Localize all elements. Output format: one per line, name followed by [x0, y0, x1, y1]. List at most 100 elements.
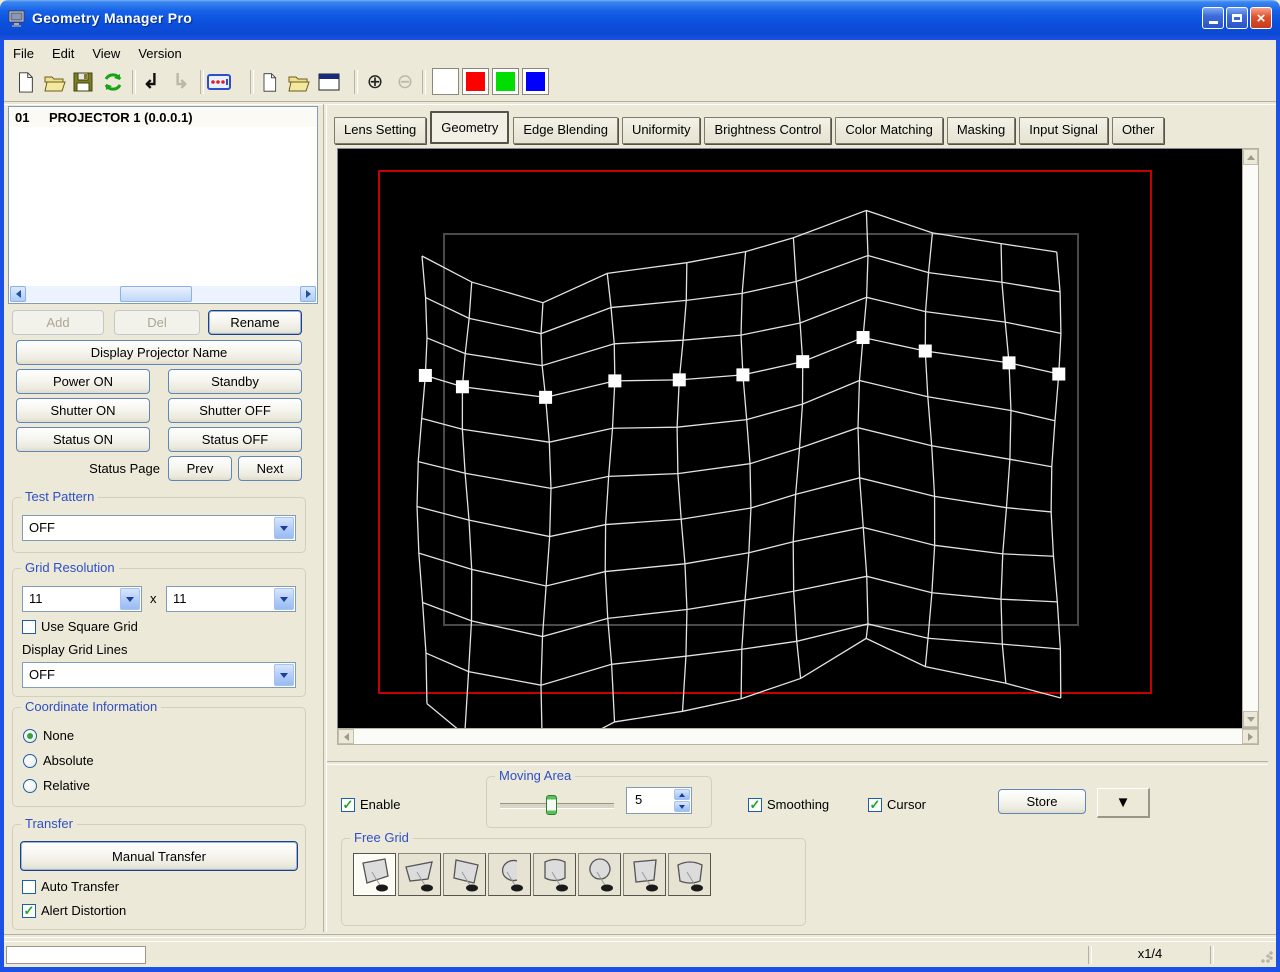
status-page-next-button[interactable]: Next [238, 456, 302, 481]
power-on-button[interactable]: Power ON [16, 369, 150, 394]
coordinate-radio-relative[interactable]: Relative [23, 778, 94, 793]
free-grid-mode-flat-screen-rear-button[interactable] [623, 853, 666, 896]
tab-geometry[interactable]: Geometry [430, 111, 510, 144]
grid-control-handle[interactable] [918, 344, 932, 358]
projector-list-hscrollbar[interactable] [10, 286, 316, 302]
canvas-vscrollbar[interactable] [1242, 148, 1259, 728]
forward-arrow-icon[interactable]: ↳ [168, 69, 194, 95]
add-button[interactable]: Add [12, 310, 104, 335]
control-panel-icon[interactable] [206, 69, 232, 95]
free-grid-mode-cylinder-vertical-button[interactable] [533, 853, 576, 896]
shutter-on-button[interactable]: Shutter ON [16, 398, 150, 423]
free-grid-mode-curved-screen-button[interactable] [668, 853, 711, 896]
tab-other[interactable]: Other [1111, 117, 1165, 144]
tab-input-signal[interactable]: Input Signal [1019, 117, 1108, 144]
minimize-button[interactable] [1202, 7, 1224, 29]
tab-uniformity[interactable]: Uniformity [621, 117, 701, 144]
scroll-left-button[interactable] [338, 729, 354, 744]
red-pattern-button[interactable] [462, 68, 489, 95]
chevron-down-icon[interactable] [120, 588, 140, 610]
open-file-2-icon[interactable] [286, 69, 312, 95]
new-file-2-icon[interactable] [256, 69, 282, 95]
scroll-thumb[interactable] [120, 286, 192, 302]
green-pattern-button[interactable] [492, 68, 519, 95]
free-grid-mode-flat-screen-tilted-button[interactable] [398, 853, 441, 896]
status-off-button[interactable]: Status OFF [168, 427, 302, 452]
moving-area-spinner[interactable]: 5 [626, 787, 692, 814]
scroll-up-button[interactable] [1243, 149, 1258, 165]
title-bar[interactable]: Geometry Manager Pro × [0, 0, 1280, 40]
status-on-button[interactable]: Status ON [16, 427, 150, 452]
shutter-off-button[interactable]: Shutter OFF [168, 398, 302, 423]
canvas-hscrollbar[interactable] [337, 728, 1259, 745]
white-pattern-button[interactable] [432, 68, 459, 95]
store-dropdown-button[interactable]: ▼ [1097, 788, 1150, 818]
menu-file[interactable]: File [4, 44, 43, 63]
grid-control-handle[interactable] [856, 331, 870, 345]
free-grid-mode-cylinder-concave-button[interactable] [488, 853, 531, 896]
grid-mesh[interactable] [338, 149, 1243, 761]
blue-pattern-button[interactable] [522, 68, 549, 95]
free-grid-mode-dome-screen-button[interactable] [578, 853, 621, 896]
rename-button[interactable]: Rename [208, 310, 302, 335]
new-file-icon[interactable] [12, 69, 38, 95]
test-pattern-select[interactable]: OFF [22, 515, 296, 541]
coordinate-radio-absolute[interactable]: Absolute [23, 753, 94, 768]
tab-masking[interactable]: Masking [946, 117, 1016, 144]
grid-control-handle[interactable] [455, 380, 469, 394]
menu-version[interactable]: Version [129, 44, 190, 63]
auto-transfer-checkbox[interactable]: Auto Transfer [22, 879, 119, 894]
coordinate-radio-none[interactable]: None [23, 728, 94, 743]
grid-control-handle[interactable] [1002, 356, 1016, 370]
scroll-right-button[interactable] [1242, 729, 1258, 744]
menu-view[interactable]: View [83, 44, 129, 63]
refresh-icon[interactable] [100, 69, 126, 95]
tab-lens-setting[interactable]: Lens Setting [334, 117, 427, 144]
grid-rows-select[interactable]: 11 [166, 586, 296, 612]
tab-edge-blending[interactable]: Edge Blending [513, 117, 618, 144]
chevron-down-icon[interactable] [274, 588, 294, 610]
manual-transfer-button[interactable]: Manual Transfer [20, 841, 298, 871]
store-button[interactable]: Store [998, 789, 1086, 814]
use-square-grid-checkbox[interactable]: Use Square Grid [22, 619, 138, 634]
free-grid-mode-flat-screen-angled-button[interactable] [443, 853, 486, 896]
open-file-icon[interactable] [42, 69, 68, 95]
display-projector-name-button[interactable]: Display Projector Name [16, 340, 302, 365]
chevron-down-icon[interactable] [274, 664, 294, 686]
zoom-in-icon[interactable]: ⊕ [362, 69, 388, 95]
display-grid-lines-select[interactable]: OFF [22, 662, 296, 688]
grid-control-handle[interactable] [796, 355, 810, 369]
scroll-down-button[interactable] [1243, 711, 1258, 727]
menu-edit[interactable]: Edit [43, 44, 83, 63]
moving-area-slider-thumb[interactable] [546, 795, 558, 815]
scroll-left-button[interactable] [10, 286, 26, 302]
scroll-right-button[interactable] [300, 286, 316, 302]
grid-control-handle[interactable] [539, 390, 553, 404]
grid-control-handle[interactable] [672, 373, 686, 387]
free-grid-mode-flat-screen-button[interactable] [353, 853, 396, 896]
alert-distortion-checkbox[interactable]: ✓ Alert Distortion [22, 903, 126, 918]
grid-control-handle[interactable] [608, 374, 622, 388]
projector-list-item[interactable]: 01 PROJECTOR 1 (0.0.0.1) [9, 107, 317, 127]
grid-control-handle[interactable] [418, 368, 432, 382]
resize-grip[interactable] [1260, 950, 1274, 964]
del-button[interactable]: Del [114, 310, 200, 335]
tab-color-matching[interactable]: Color Matching [835, 117, 943, 144]
standby-button[interactable]: Standby [168, 369, 302, 394]
save-file-icon[interactable] [70, 69, 96, 95]
projector-list[interactable]: 01 PROJECTOR 1 (0.0.0.1) [8, 106, 318, 304]
chevron-down-icon[interactable] [274, 517, 294, 539]
zoom-out-icon[interactable]: ⊖ [392, 69, 418, 95]
spin-up-button[interactable] [674, 789, 690, 800]
smoothing-checkbox[interactable]: ✓ Smoothing [748, 797, 829, 812]
grid-control-handle[interactable] [1052, 367, 1066, 381]
status-page-prev-button[interactable]: Prev [168, 456, 232, 481]
window-view-icon[interactable] [316, 69, 342, 95]
close-button[interactable]: × [1250, 7, 1272, 29]
maximize-button[interactable] [1226, 7, 1248, 29]
return-arrow-icon[interactable]: ↲ [138, 69, 164, 95]
spin-down-button[interactable] [674, 801, 690, 812]
grid-columns-select[interactable]: 11 [22, 586, 142, 612]
grid-control-handle[interactable] [736, 368, 750, 382]
tab-brightness-control[interactable]: Brightness Control [704, 117, 832, 144]
